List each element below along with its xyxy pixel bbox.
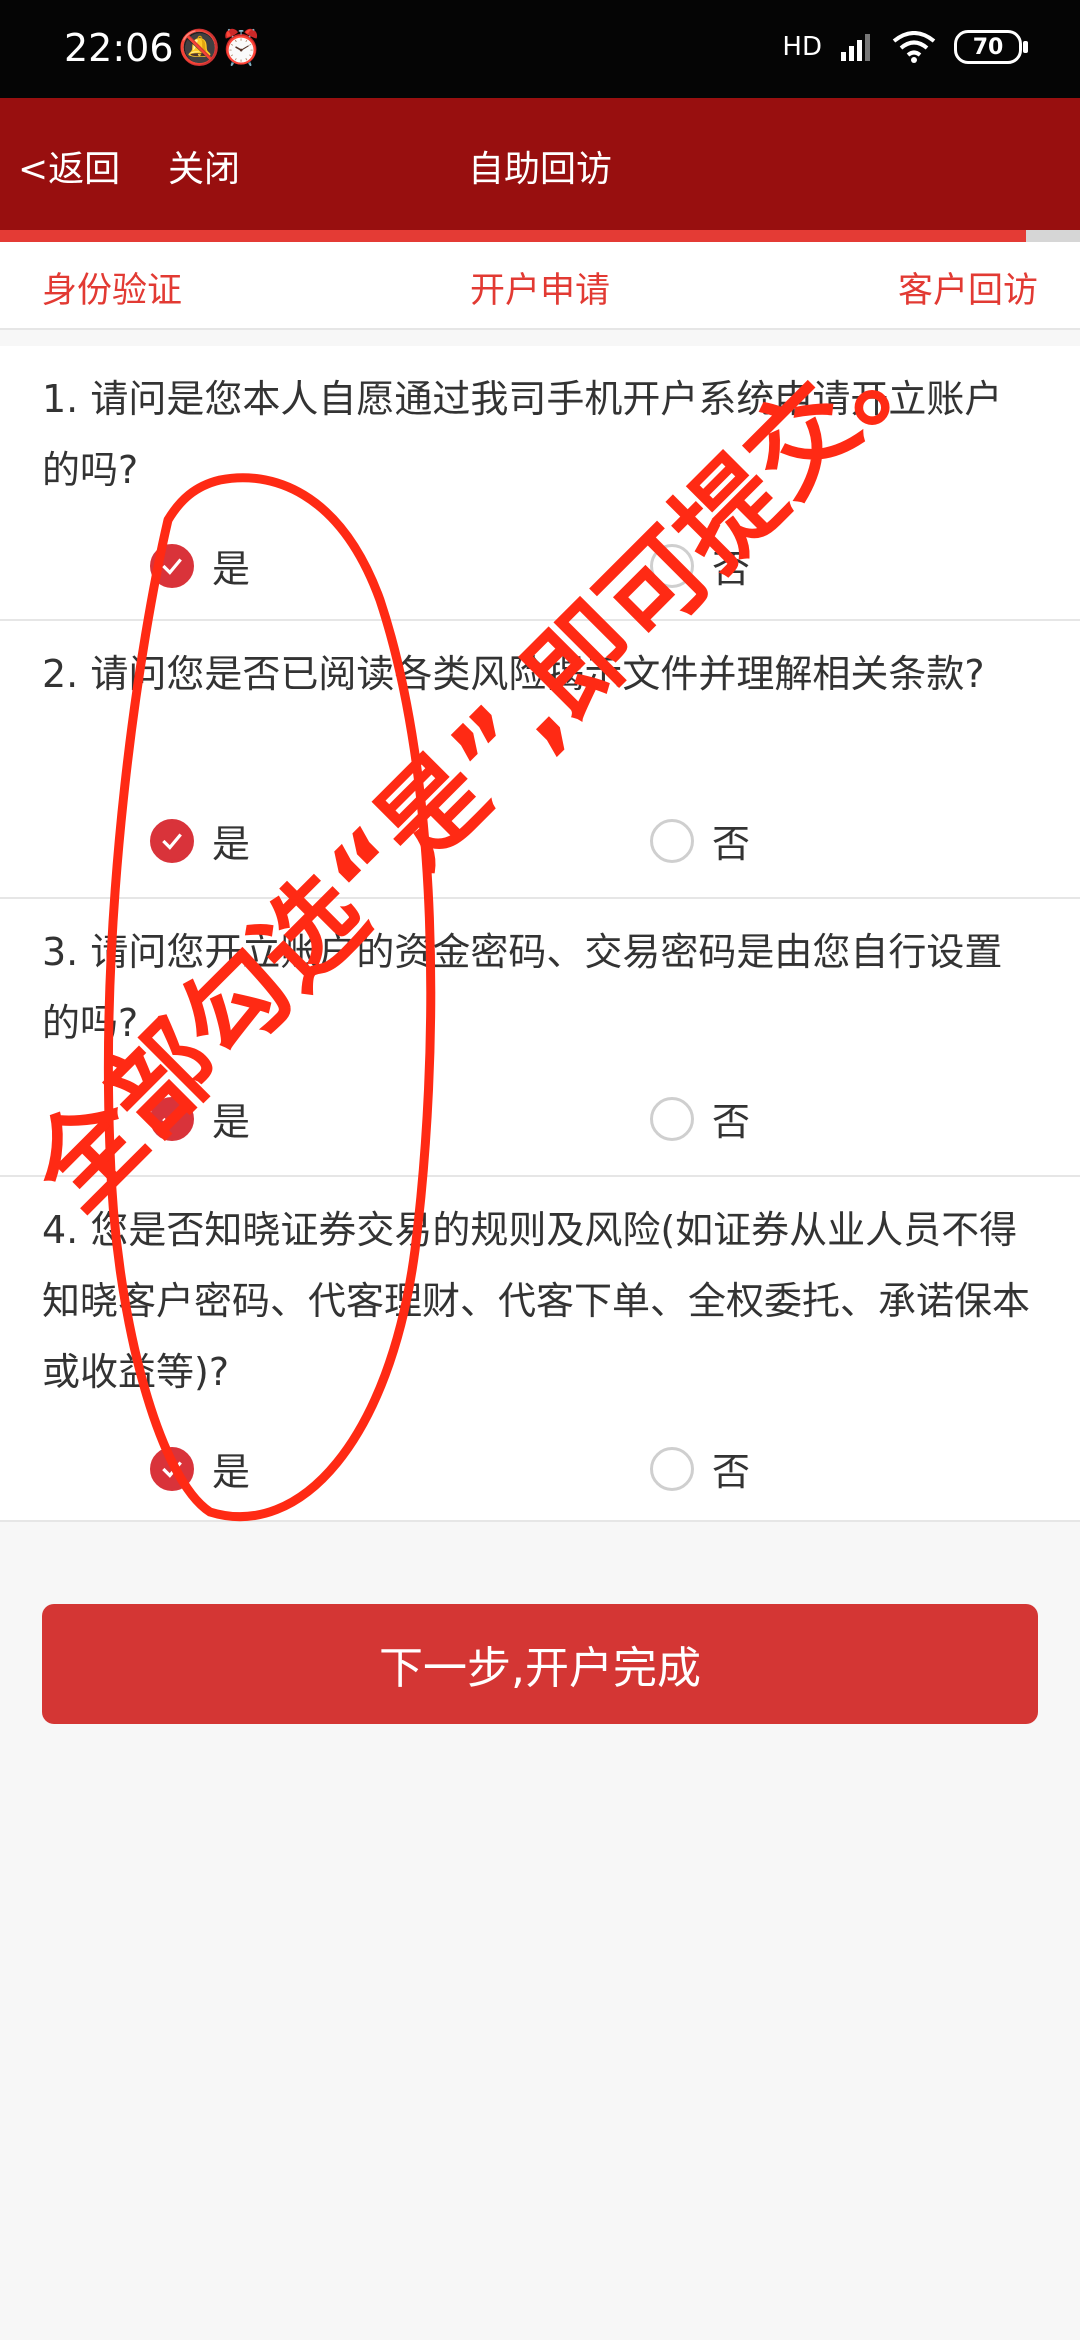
wifi-icon (892, 31, 936, 63)
radio-unchecked-icon[interactable] (650, 1096, 694, 1141)
progress-fill (0, 230, 1026, 242)
question-text: 4. 您是否知晓证券交易的规则及风险(如证券从业人员不得知晓客户密码、代客理财、… (42, 1208, 1031, 1394)
question-4: 4. 您是否知晓证券交易的规则及风险(如证券从业人员不得知晓客户密码、代客理财、… (0, 1177, 1080, 1522)
option-yes-label: 是 (212, 822, 251, 866)
signal-icon (841, 34, 870, 61)
status-bar: 22:06 🔕⏰ HD 70 (0, 0, 1080, 98)
option-yes[interactable]: 是 (150, 813, 250, 868)
question-text: 1. 请问是您本人自愿通过我司手机开户系统申请开立账户的吗? (42, 377, 1003, 492)
question-1: 1. 请问是您本人自愿通过我司手机开户系统申请开立账户的吗? 是 否 (0, 346, 1080, 621)
option-no-label: 否 (712, 822, 751, 866)
notification-icons: 🔕⏰ (178, 28, 263, 68)
question-3: 3. 请问您开立账户的资金密码、交易密码是由您自行设置的吗? 是 否 (0, 899, 1080, 1177)
radio-checked-icon[interactable] (150, 543, 194, 588)
question-text: 2. 请问您是否已阅读各类风险揭示文件并理解相关条款? (42, 652, 985, 696)
progress-bar (0, 230, 1080, 242)
option-yes[interactable]: 是 (150, 1091, 250, 1146)
option-yes[interactable]: 是 (150, 538, 250, 593)
app-header: <返回 关闭 自助回访 (0, 98, 1080, 230)
battery-level: 70 (972, 34, 1004, 60)
option-no-label: 否 (712, 1450, 751, 1494)
radio-checked-icon[interactable] (150, 1446, 194, 1491)
option-yes-label: 是 (212, 1450, 251, 1494)
page-title: 自助回访 (467, 149, 612, 190)
radio-unchecked-icon[interactable] (650, 818, 694, 863)
steps-nav: 身份验证 开户申请 客户回访 (0, 242, 1080, 330)
option-no[interactable]: 否 (650, 1091, 750, 1146)
radio-unchecked-icon[interactable] (650, 543, 694, 588)
question-2: 2. 请问您是否已阅读各类风险揭示文件并理解相关条款? 是 否 (0, 621, 1080, 899)
option-no[interactable]: 否 (650, 538, 750, 593)
option-no-label: 否 (712, 547, 751, 591)
next-step-button[interactable]: 下一步,开户完成 (42, 1604, 1038, 1724)
option-yes-label: 是 (212, 547, 251, 591)
battery-icon: 70 (954, 30, 1028, 64)
option-no[interactable]: 否 (650, 813, 750, 868)
option-no-label: 否 (712, 1100, 751, 1144)
option-yes-label: 是 (212, 1100, 251, 1144)
step-revisit: 客户回访 (897, 271, 1038, 311)
option-yes[interactable]: 是 (150, 1441, 250, 1496)
radio-unchecked-icon[interactable] (650, 1446, 694, 1491)
radio-checked-icon[interactable] (150, 1096, 194, 1141)
radio-checked-icon[interactable] (150, 818, 194, 863)
network-label: HD (782, 32, 822, 62)
question-text: 3. 请问您开立账户的资金密码、交易密码是由您自行设置的吗? (42, 930, 1003, 1045)
status-time: 22:06 (64, 26, 174, 70)
status-right: HD 70 (782, 30, 1028, 64)
option-no[interactable]: 否 (650, 1441, 750, 1496)
